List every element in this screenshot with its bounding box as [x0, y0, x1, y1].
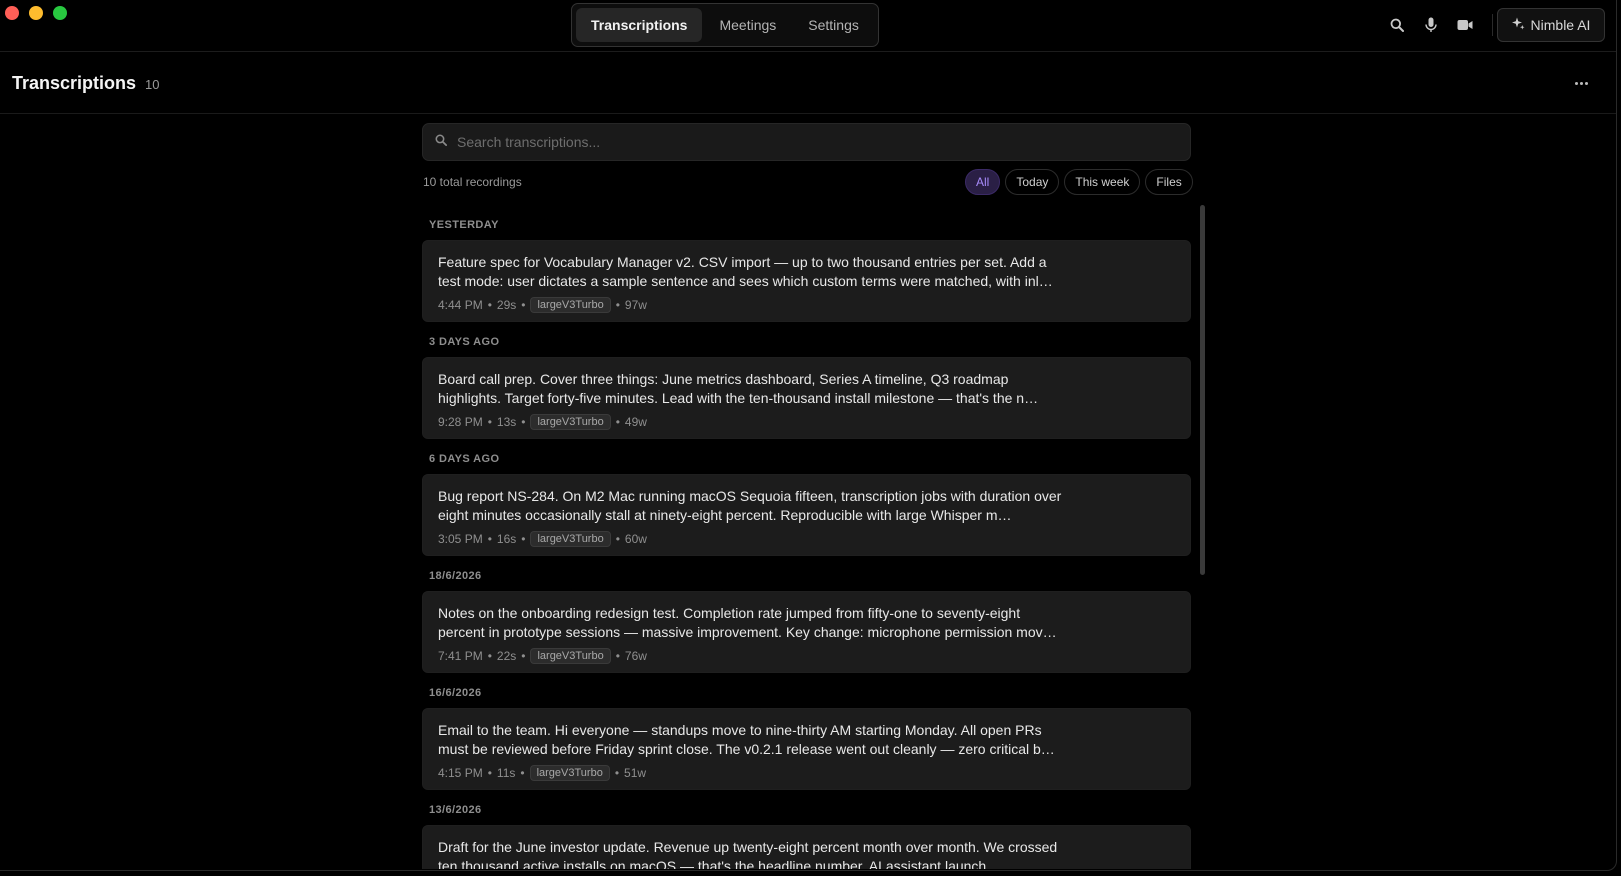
app-window: Transcriptions Meetings Settings Nimble … [0, 0, 1617, 871]
video-camera-icon[interactable] [1454, 14, 1476, 36]
meta-separator: • [615, 532, 620, 546]
model-badge: largeV3Turbo [530, 297, 611, 313]
nimble-ai-label: Nimble AI [1530, 17, 1591, 33]
filter-this-week[interactable]: This week [1064, 169, 1141, 195]
page-header: Transcriptions 10 [0, 52, 1616, 114]
date-group: 3 DAYS AGO Board call prep. Cover three … [422, 326, 1191, 443]
window-controls [5, 6, 67, 20]
meta-separator: • [487, 298, 492, 312]
date-group-label: 16/6/2026 [429, 686, 482, 699]
meta-separator: • [487, 415, 492, 429]
recording-time: 7:41 PM [438, 649, 483, 663]
tab-transcriptions[interactable]: Transcriptions [576, 8, 703, 42]
transcription-list: YESTERDAY Feature spec for Vocabulary Ma… [422, 209, 1191, 869]
toolbar-icons [1386, 14, 1493, 36]
search-bar [422, 123, 1191, 161]
meta-separator: • [521, 649, 526, 663]
nimble-ai-button[interactable]: Nimble AI [1497, 8, 1605, 42]
meta-separator: • [487, 766, 492, 780]
transcription-text: Board call prep. Cover three things: Jun… [438, 371, 1039, 406]
word-count: 76w [624, 649, 647, 663]
recording-time: 3:05 PM [438, 532, 483, 546]
date-group-label: 6 DAYS AGO [429, 452, 500, 465]
meta-separator: • [487, 649, 492, 663]
model-badge: largeV3Turbo [529, 765, 610, 781]
main-nav: Transcriptions Meetings Settings [571, 3, 879, 47]
transcription-meta: 9:28 PM • 13s • largeV3Turbo • 49w [438, 414, 1176, 430]
search-input[interactable] [457, 134, 1157, 150]
transcription-text: Bug report NS-284. On M2 Mac running mac… [438, 488, 1062, 523]
page-title: Transcriptions [12, 73, 137, 93]
date-group-label: 3 DAYS AGO [429, 335, 500, 348]
minimize-window-button[interactable] [29, 6, 43, 20]
transcription-text: Email to the team. Hi everyone — standup… [438, 722, 1055, 757]
filter-all[interactable]: All [965, 169, 1001, 195]
meta-separator: • [521, 415, 526, 429]
date-group: YESTERDAY Feature spec for Vocabulary Ma… [422, 209, 1191, 326]
transcription-text: Draft for the June investor update. Reve… [438, 839, 1058, 869]
recording-duration: 13s [496, 415, 517, 429]
filter-files[interactable]: Files [1145, 169, 1193, 195]
recording-duration: 22s [496, 649, 517, 663]
total-recordings: 10 total recordings [423, 175, 522, 189]
word-count: 51w [624, 766, 647, 780]
date-group: 13/6/2026 Draft for the June investor up… [422, 794, 1191, 869]
list-scrollbar[interactable] [1200, 205, 1205, 575]
model-badge: largeV3Turbo [530, 648, 611, 664]
transcription-card[interactable]: Email to the team. Hi everyone — standup… [422, 708, 1191, 790]
transcription-text: Notes on the onboarding redesign test. C… [438, 605, 1057, 640]
meta-separator: • [520, 766, 525, 780]
zoom-window-button[interactable] [53, 6, 67, 20]
word-count: 49w [624, 415, 647, 429]
transcription-meta: 7:41 PM • 22s • largeV3Turbo • 76w [438, 648, 1176, 664]
word-count: 60w [624, 532, 647, 546]
date-group-label: 13/6/2026 [429, 803, 482, 816]
sparkle-icon [1511, 17, 1525, 33]
word-count: 97w [624, 298, 647, 312]
search-icon[interactable] [1386, 14, 1408, 36]
more-options-icon[interactable] [1570, 76, 1592, 90]
meta-separator: • [521, 298, 526, 312]
filter-today[interactable]: Today [1005, 169, 1060, 195]
microphone-icon[interactable] [1420, 14, 1442, 36]
recording-time: 9:28 PM [438, 415, 483, 429]
transcription-meta: 4:15 PM • 11s • largeV3Turbo • 51w [438, 765, 1176, 781]
date-group: 16/6/2026 Email to the team. Hi everyone… [422, 677, 1191, 794]
transcription-card[interactable]: Bug report NS-284. On M2 Mac running mac… [422, 474, 1191, 556]
tab-meetings[interactable]: Meetings [704, 8, 791, 42]
transcription-meta: 4:44 PM • 29s • largeV3Turbo • 97w [438, 297, 1176, 313]
transcription-card[interactable]: Draft for the June investor update. Reve… [422, 825, 1191, 869]
model-badge: largeV3Turbo [530, 414, 611, 430]
transcription-meta: 3:05 PM • 16s • largeV3Turbo • 60w [438, 531, 1176, 547]
recording-duration: 11s [496, 766, 516, 780]
meta-separator: • [521, 532, 526, 546]
transcription-card[interactable]: Board call prep. Cover three things: Jun… [422, 357, 1191, 439]
recording-duration: 29s [496, 298, 517, 312]
search-icon [435, 133, 447, 151]
recording-time: 4:15 PM [438, 766, 483, 780]
transcription-count: 10 [145, 77, 160, 92]
transcription-card[interactable]: Notes on the onboarding redesign test. C… [422, 591, 1191, 673]
meta-separator: • [614, 766, 620, 780]
tab-settings[interactable]: Settings [793, 8, 874, 42]
date-group-label: YESTERDAY [429, 218, 499, 231]
meta-separator: • [487, 532, 492, 546]
recording-duration: 16s [496, 532, 517, 546]
filter-chips: All Today This week Files [965, 169, 1193, 195]
meta-separator: • [615, 649, 620, 663]
close-window-button[interactable] [5, 6, 19, 20]
recording-time: 4:44 PM [438, 298, 483, 312]
date-group: 6 DAYS AGO Bug report NS-284. On M2 Mac … [422, 443, 1191, 560]
transcription-text: Feature spec for Vocabulary Manager v2. … [438, 254, 1053, 289]
toolbar-divider [1492, 14, 1493, 36]
title-bar: Transcriptions Meetings Settings Nimble … [0, 0, 1616, 52]
date-group-label: 18/6/2026 [429, 569, 482, 582]
model-badge: largeV3Turbo [530, 531, 611, 547]
meta-separator: • [615, 298, 620, 312]
transcription-card[interactable]: Feature spec for Vocabulary Manager v2. … [422, 240, 1191, 322]
date-group: 18/6/2026 Notes on the onboarding redesi… [422, 560, 1191, 677]
meta-separator: • [615, 415, 620, 429]
